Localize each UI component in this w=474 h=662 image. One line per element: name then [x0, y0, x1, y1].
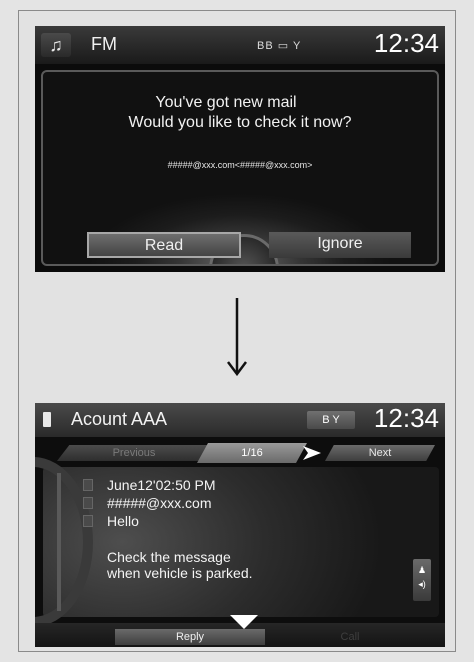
clock: 12:34 — [373, 403, 439, 433]
down-chevron-icon[interactable] — [230, 615, 258, 629]
reply-button[interactable]: Reply — [115, 629, 265, 645]
message-line-1: You've got new mail — [155, 94, 297, 111]
status-icons: B Y — [307, 411, 355, 429]
account-label: Acount AAA — [71, 409, 168, 429]
previous-button[interactable]: Previous — [57, 445, 211, 461]
message-line-2: Would you like to check it now? — [128, 114, 352, 131]
audio-source-label: FM — [91, 34, 117, 54]
page-indicator: 1/16 — [197, 443, 307, 463]
read-button[interactable]: Read — [87, 232, 241, 258]
notice-line-2: when vehicle is parked. — [107, 565, 253, 581]
status-bar: Acount AAA B Y 12:34 — [35, 403, 445, 437]
message-datetime: June12'02:50 PM — [107, 477, 216, 493]
new-mail-screen: ♫ FM BB ▭ Y 12:34 You've got new mail Wo… — [35, 26, 445, 272]
music-note-icon[interactable]: ♫ — [41, 33, 71, 57]
scrollbar[interactable] — [57, 473, 61, 611]
message-from: #####@xxx.com — [107, 495, 212, 511]
phone-icon — [43, 412, 51, 427]
message-body: June12'02:50 PM #####@xxx.com Hello Chec… — [35, 457, 439, 627]
date-icon — [83, 479, 93, 491]
sender-icon — [83, 497, 93, 509]
ignore-button[interactable]: Ignore — [269, 232, 411, 258]
sender-address: #####@xxx.com<#####@xxx.com> — [167, 160, 313, 170]
message-subject: Hello — [107, 513, 139, 529]
notice-line-1: Check the message — [107, 549, 231, 565]
voice-icon[interactable]: ♟ ◂) — [413, 559, 431, 601]
message-navigation: Previous 1/16 Next — [49, 443, 439, 463]
down-arrow-icon — [227, 298, 247, 376]
call-button[interactable]: Call — [275, 629, 425, 645]
status-icons: BB ▭ Y — [257, 40, 302, 52]
message-detail-screen: Acount AAA B Y 12:34 Previous 1/16 Next … — [35, 403, 445, 647]
mail-notification-panel: You've got new mail Would you like to ch… — [41, 70, 439, 266]
next-button[interactable]: Next — [325, 445, 435, 461]
clock: 12:34 — [373, 28, 439, 58]
status-bar: ♫ FM BB ▭ Y 12:34 — [35, 26, 445, 64]
subject-icon — [83, 515, 93, 527]
next-arrow-icon — [303, 446, 321, 460]
